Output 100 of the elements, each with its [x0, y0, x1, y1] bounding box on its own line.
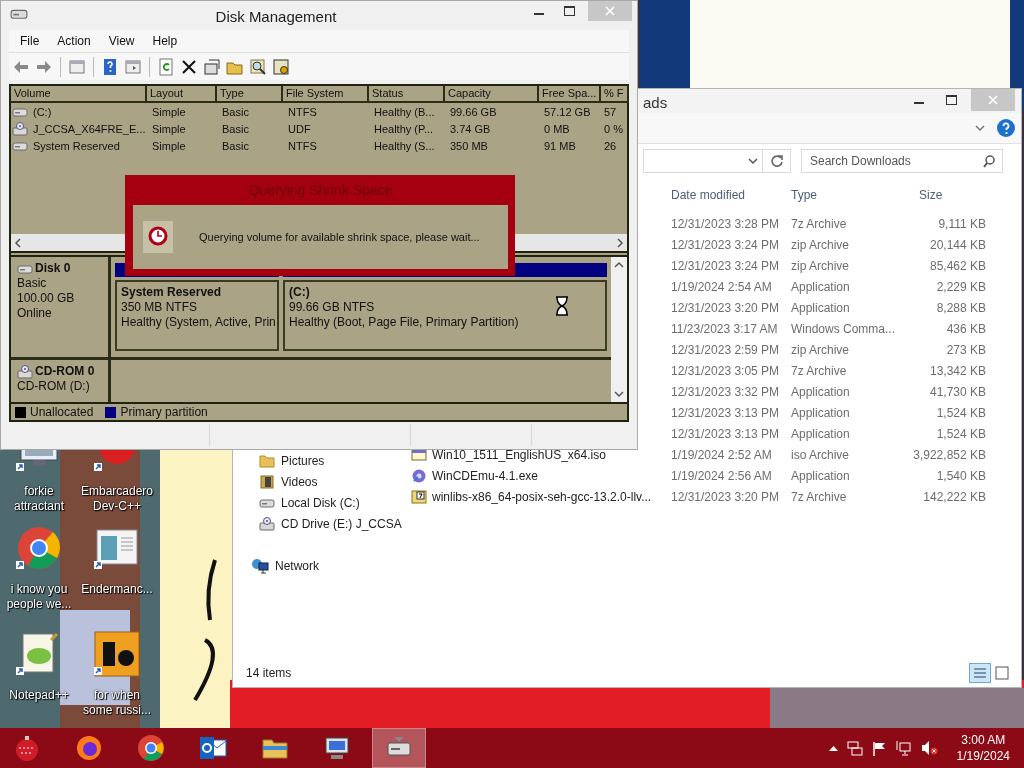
size-cell-text: 3,922,852 KB [912, 447, 986, 462]
column-header[interactable]: % F [601, 86, 629, 103]
size-cell-text: 13,342 KB [928, 363, 986, 378]
size-cell-text: 1,524 KB [935, 426, 986, 441]
search-icon[interactable] [249, 57, 267, 76]
nav-item[interactable]: Network [233, 555, 319, 576]
partition-block[interactable]: System Reserved 350 MB NTFS Healthy (System, Active, Prin [115, 280, 279, 351]
date-cell-text: 12/31/2023 3:20 PM [670, 489, 781, 504]
partition-status: Healthy (Boot, Page File, Primary Partition) [289, 315, 519, 330]
drive-label[interactable]: (C:) [30, 105, 52, 118]
refresh-button[interactable] [763, 149, 791, 173]
drive-label[interactable]: J_CCSA_X64FRE_E... [30, 122, 146, 135]
browser-icon [137, 734, 165, 762]
column-header[interactable]: Volume [11, 86, 147, 103]
column-header[interactable]: Layout [147, 86, 217, 103]
fox-icon [75, 734, 103, 762]
drive-icon [12, 139, 28, 152]
file-name[interactable]: WinCDEmu-4.1.exe [432, 468, 539, 483]
help-icon[interactable] [997, 119, 1015, 137]
partition-name: System Reserved [121, 285, 222, 300]
size-cell-text: 436 KB [945, 321, 986, 336]
network-icon[interactable] [894, 740, 911, 756]
refresh-icon [769, 154, 784, 168]
desktop-icon-label: i know you people we... [5, 582, 73, 612]
size-cell-text: 20,144 KB [928, 237, 986, 252]
clock[interactable]: 3:00 AM 1/19/2024 [956, 732, 1010, 764]
menu-item[interactable]: Action [48, 34, 100, 48]
menu-item[interactable]: Help [143, 34, 187, 48]
date-cell-text: 11/23/2023 3:17 AM [670, 321, 779, 336]
clock-time: 3:00 AM [961, 732, 1006, 748]
app-icon[interactable] [93, 630, 141, 678]
scroll-left-icon[interactable] [14, 237, 22, 248]
panel-icon[interactable] [124, 57, 142, 76]
size-cell-text: 9,111 KB [937, 216, 986, 231]
column-header[interactable]: Date modified [661, 187, 791, 202]
ornament-icon [13, 734, 41, 762]
maximize-icon[interactable] [563, 6, 575, 16]
chevron-up-icon[interactable] [828, 745, 838, 751]
date-cell-text: 1/19/2024 2:54 AM [670, 279, 773, 294]
table-cell-text: 0 MB [543, 122, 571, 135]
table-cell-text: 3.74 GB [449, 122, 492, 135]
column-header[interactable]: Free Spa... [539, 86, 601, 103]
nav-item[interactable]: CD Drive (E:) J_CCSA [233, 513, 402, 534]
flag-icon[interactable] [871, 740, 886, 756]
computers-icon[interactable] [846, 740, 863, 756]
column-header[interactable]: Status [369, 86, 445, 103]
disk-name: Disk 0 [35, 261, 71, 276]
maximize-icon[interactable] [945, 95, 957, 105]
scroll-right-icon[interactable] [616, 237, 624, 248]
size-cell-text: 41,730 KB [928, 384, 986, 399]
nav-item[interactable]: Pictures [233, 450, 325, 471]
date-cell-text: 12/31/2023 3:13 PM [670, 426, 781, 441]
table-cell-text: 350 MB [449, 139, 489, 152]
speaker-muted-icon[interactable] [919, 740, 938, 756]
drive-label[interactable]: System Reserved [30, 139, 120, 152]
scroll-down-icon[interactable] [614, 390, 624, 398]
type-cell-text: zip Archive [791, 342, 851, 357]
date-cell-text: 12/31/2023 3:28 PM [670, 216, 781, 231]
refresh-icon[interactable] [157, 57, 175, 76]
window-title: Disk Management [214, 8, 338, 25]
partition-block[interactable]: (C:) 99.66 GB NTFS Healthy (Boot, Page File, Primary Partition) [283, 280, 607, 351]
file-name[interactable]: winlibs-x86_64-posix-seh-gcc-13.2.0-llv... [432, 489, 652, 504]
properties-icon[interactable] [203, 57, 221, 76]
type-cell-text: 7z Archive [791, 363, 848, 378]
browser-icon[interactable] [15, 524, 63, 572]
column-header[interactable]: Capacity [445, 86, 539, 103]
menu-item[interactable]: File [11, 34, 49, 48]
cd-drive-icon [12, 121, 28, 136]
table-cell-text: Simple [151, 105, 187, 118]
desktop-icon-label: Endermanc... [80, 582, 154, 597]
column-header[interactable]: Size [909, 187, 986, 202]
column-header[interactable]: Type [217, 86, 283, 103]
type-cell-text: 7z Archive [791, 489, 848, 504]
help-icon[interactable] [101, 57, 119, 76]
table-cell-text: Healthy (S... [373, 139, 436, 152]
date-cell-text: 12/31/2023 3:20 PM [670, 300, 781, 315]
nav-item[interactable]: Videos [233, 471, 318, 492]
date-cell-text: 12/31/2023 3:13 PM [670, 405, 781, 420]
search-field[interactable]: Search Downloads [801, 149, 1003, 173]
table-cell-text: UDF [287, 122, 312, 135]
date-cell-text: 1/19/2024 2:56 AM [670, 468, 773, 483]
chevron-down-icon[interactable] [975, 124, 985, 132]
vertical-scrollbar[interactable] [611, 257, 627, 402]
column-header[interactable]: File System [283, 86, 369, 103]
drive-icon [12, 105, 28, 118]
nav-item[interactable]: Local Disk (C:) [233, 492, 360, 513]
chevron-down-icon[interactable] [748, 157, 758, 165]
disk-info: Basic [17, 276, 48, 291]
scroll-up-icon[interactable] [614, 261, 624, 269]
cross-icon[interactable] [180, 57, 198, 76]
type-cell-text: zip Archive [791, 237, 851, 252]
size-cell-text: 1,540 KB [935, 468, 986, 483]
menu-item[interactable]: View [99, 34, 144, 48]
partition-name: (C:) [289, 285, 310, 300]
date-cell-text: 12/31/2023 3:32 PM [670, 384, 781, 399]
file-name[interactable]: Win10_1511_EnglishUS_x64.iso [432, 447, 606, 462]
taskbar-button[interactable] [372, 728, 426, 768]
legend-label: Primary partition [120, 405, 208, 419]
column-header[interactable]: Type [791, 187, 909, 202]
date-cell-text: 12/31/2023 2:59 PM [670, 342, 781, 357]
